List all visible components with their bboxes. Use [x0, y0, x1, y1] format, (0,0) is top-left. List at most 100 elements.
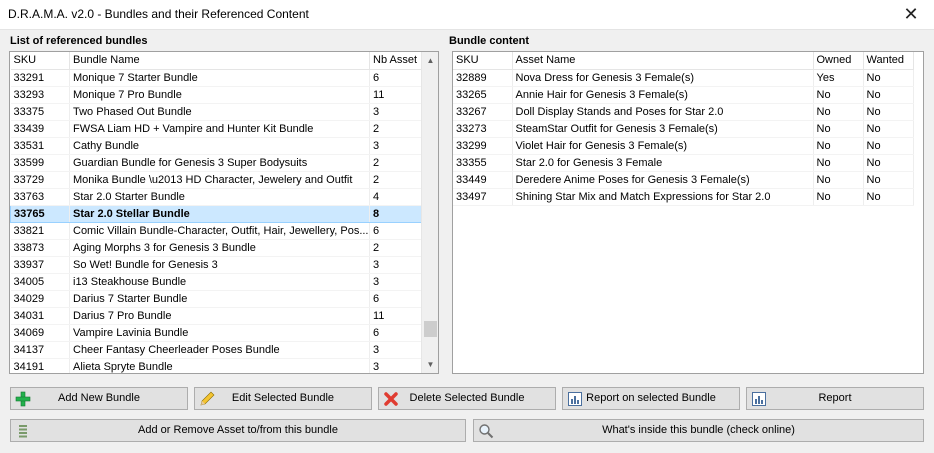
bundle-name-cell: Cathy Bundle [69, 137, 370, 155]
title-bar: D.R.A.M.A. v2.0 - Bundles and their Refe… [0, 0, 934, 30]
asset-owned-cell: No [813, 103, 864, 121]
bundle-name-cell: Darius 7 Starter Bundle [69, 290, 370, 308]
bundle-row[interactable]: 34069 Vampire Lavinia Bundle 6 [10, 324, 422, 342]
bundle-row[interactable]: 34031 Darius 7 Pro Bundle 11 [10, 307, 422, 325]
add-new-bundle-label: Add New Bundle [58, 392, 140, 404]
bundle-row[interactable]: 33763 Star 2.0 Starter Bundle 4 [10, 188, 422, 206]
report-selected-bundle-button[interactable]: Report on selected Bundle [562, 387, 740, 410]
bundle-row[interactable]: 33293 Monique 7 Pro Bundle 11 [10, 86, 422, 104]
add-remove-asset-button[interactable]: Add or Remove Asset to/from this bundle [10, 419, 466, 442]
bundle-nb-asset-cell: 6 [369, 222, 422, 240]
asset-sku-cell: 33497 [453, 188, 513, 206]
bundle-row[interactable]: 33937 So Wet! Bundle for Genesis 33 [10, 256, 422, 274]
asset-owned-cell: No [813, 171, 864, 189]
bundle-nb-asset-cell: 3 [369, 137, 422, 155]
asset-name-cell: Shining Star Mix and Match Expressions f… [512, 188, 814, 206]
scrollbar-thumb[interactable] [424, 321, 437, 337]
bundle-sku-cell: 33729 [10, 171, 70, 189]
asset-sku-cell: 33449 [453, 171, 513, 189]
whats-inside-label: What's inside this bundle (check online) [602, 424, 795, 436]
edit-selected-bundle-button[interactable]: Edit Selected Bundle [194, 387, 372, 410]
asset-sku-cell: 33355 [453, 154, 513, 172]
bundle-name-cell: Guardian Bundle for Genesis 3 Super Body… [69, 154, 370, 172]
bundle-row[interactable]: 33729 Monika Bundle \u2013 HD Character, … [10, 171, 422, 189]
asset-wanted-cell: No [863, 171, 914, 189]
bundle-row[interactable]: 33375 Two Phased Out Bundle 3 [10, 103, 422, 121]
bundle-row[interactable]: 33531 Cathy Bundle 3 [10, 137, 422, 155]
bundle-sku-cell: 33765 [10, 204, 70, 223]
asset-name-cell: SteamStar Outfit for Genesis 3 Female(s) [512, 120, 814, 138]
asset-sku-cell: 33265 [453, 86, 513, 104]
bundle-nb-asset-cell: 2 [369, 239, 422, 257]
bundle-row[interactable]: 34191 Alieta Spryte Bundle 3 [10, 358, 422, 373]
scroll-down-icon[interactable]: ▼ [422, 356, 438, 373]
bundle-row[interactable]: 33439 FWSA Liam HD + Vampire and Hunter K… [10, 120, 422, 138]
whats-inside-button[interactable]: What's inside this bundle (check online) [473, 419, 924, 442]
asset-row[interactable]: 33265 Annie Hair for Genesis 3 Female(s) N… [453, 86, 914, 104]
scroll-up-icon[interactable]: ▲ [422, 52, 438, 69]
asset-owned-cell: No [813, 154, 864, 172]
bundle-row[interactable]: 33765 Star 2.0 Stellar Bundle 8 [10, 204, 422, 223]
column-header-asset-name[interactable]: Asset Name [512, 52, 814, 70]
report-label: Report [818, 392, 852, 404]
bundle-row[interactable]: 33599 Guardian Bundle for Genesis 3 Super… [10, 154, 422, 172]
bundle-nb-asset-cell: 2 [369, 120, 422, 138]
bundle-sku-cell: 34031 [10, 307, 70, 325]
bundle-sku-cell: 33937 [10, 256, 70, 274]
asset-row[interactable]: 33497 Shining Star Mix and Match Expressi… [453, 188, 914, 206]
bundle-row[interactable]: 33821 Comic Villain Bundle-Character, Out… [10, 222, 422, 240]
bundle-sku-cell: 33599 [10, 154, 70, 172]
bundle-content-heading: Bundle content [449, 35, 530, 47]
asset-row[interactable]: 33273 SteamStar Outfit for Genesis 3 Fema… [453, 120, 914, 138]
asset-wanted-cell: No [863, 137, 914, 155]
asset-row[interactable]: 33299 Violet Hair for Genesis 3 Female(s)… [453, 137, 914, 155]
asset-sku-cell: 33273 [453, 120, 513, 138]
bundle-sku-cell: 34069 [10, 324, 70, 342]
report-button[interactable]: Report [746, 387, 924, 410]
bundle-nb-asset-cell: 3 [369, 103, 422, 121]
delete-selected-bundle-button[interactable]: Delete Selected Bundle [378, 387, 556, 410]
column-header-owned[interactable]: Owned [813, 52, 864, 70]
bundle-row[interactable]: 33291 Monique 7 Starter Bundle 6 [10, 69, 422, 87]
asset-owned-cell: Yes [813, 69, 864, 87]
column-header-nb-asset[interactable]: Nb Asset [369, 52, 422, 70]
asset-name-cell: Annie Hair for Genesis 3 Female(s) [512, 86, 814, 104]
column-header-bundle-name[interactable]: Bundle Name [69, 52, 370, 70]
asset-owned-cell: No [813, 86, 864, 104]
column-header-sku[interactable]: SKU [10, 52, 70, 70]
bundle-name-cell: i13 Steakhouse Bundle [69, 273, 370, 291]
bundle-sku-cell: 33821 [10, 222, 70, 240]
bundle-nb-asset-cell: 2 [369, 171, 422, 189]
asset-row[interactable]: 32889 Nova Dress for Genesis 3 Female(s) Y… [453, 69, 914, 87]
column-header-sku[interactable]: SKU [453, 52, 513, 70]
bundle-name-cell: Vampire Lavinia Bundle [69, 324, 370, 342]
column-header-wanted[interactable]: Wanted [863, 52, 914, 70]
bundle-sku-cell: 34191 [10, 358, 70, 373]
asset-owned-cell: No [813, 188, 864, 206]
bundle-name-cell: So Wet! Bundle for Genesis 3 [69, 256, 370, 274]
add-new-bundle-button[interactable]: Add New Bundle [10, 387, 188, 410]
asset-row[interactable]: 33267 Doll Display Stands and Poses for S… [453, 103, 914, 121]
asset-row[interactable]: 33355 Star 2.0 for Genesis 3 Female No No [453, 154, 914, 172]
bundle-name-cell: Comic Villain Bundle-Character, Outfit, … [69, 222, 370, 240]
bundle-nb-asset-cell: 3 [369, 273, 422, 291]
bundles-table: SKU Bundle Name Nb Asset 33291 Monique 7 … [10, 52, 422, 373]
asset-wanted-cell: No [863, 120, 914, 138]
bundle-row[interactable]: 34005 i13 Steakhouse Bundle 3 [10, 273, 422, 291]
bundle-name-cell: Star 2.0 Stellar Bundle [69, 204, 370, 223]
bundle-content-panel: SKU Asset Name Owned Wanted 32889 Nova Dr… [452, 51, 924, 374]
bundle-row[interactable]: 34137 Cheer Fantasy Cheerleader Poses Bun… [10, 341, 422, 359]
asset-row[interactable]: 33449 Deredere Anime Poses for Genesis 3 … [453, 171, 914, 189]
asset-sku-cell: 33299 [453, 137, 513, 155]
asset-name-cell: Violet Hair for Genesis 3 Female(s) [512, 137, 814, 155]
bundle-nb-asset-cell: 3 [369, 256, 422, 274]
bundle-row[interactable]: 33873 Aging Morphs 3 for Genesis 3 Bundle… [10, 239, 422, 257]
bundle-row[interactable]: 34029 Darius 7 Starter Bundle 6 [10, 290, 422, 308]
bundle-name-cell: Monique 7 Starter Bundle [69, 69, 370, 87]
bundle-nb-asset-cell: 4 [369, 188, 422, 206]
close-button[interactable]: ✕ [888, 0, 934, 30]
window-title: D.R.A.M.A. v2.0 - Bundles and their Refe… [8, 7, 309, 21]
bundle-name-cell: Darius 7 Pro Bundle [69, 307, 370, 325]
asset-wanted-cell: No [863, 188, 914, 206]
bundles-vertical-scrollbar[interactable]: ▲ ▼ [421, 52, 438, 373]
